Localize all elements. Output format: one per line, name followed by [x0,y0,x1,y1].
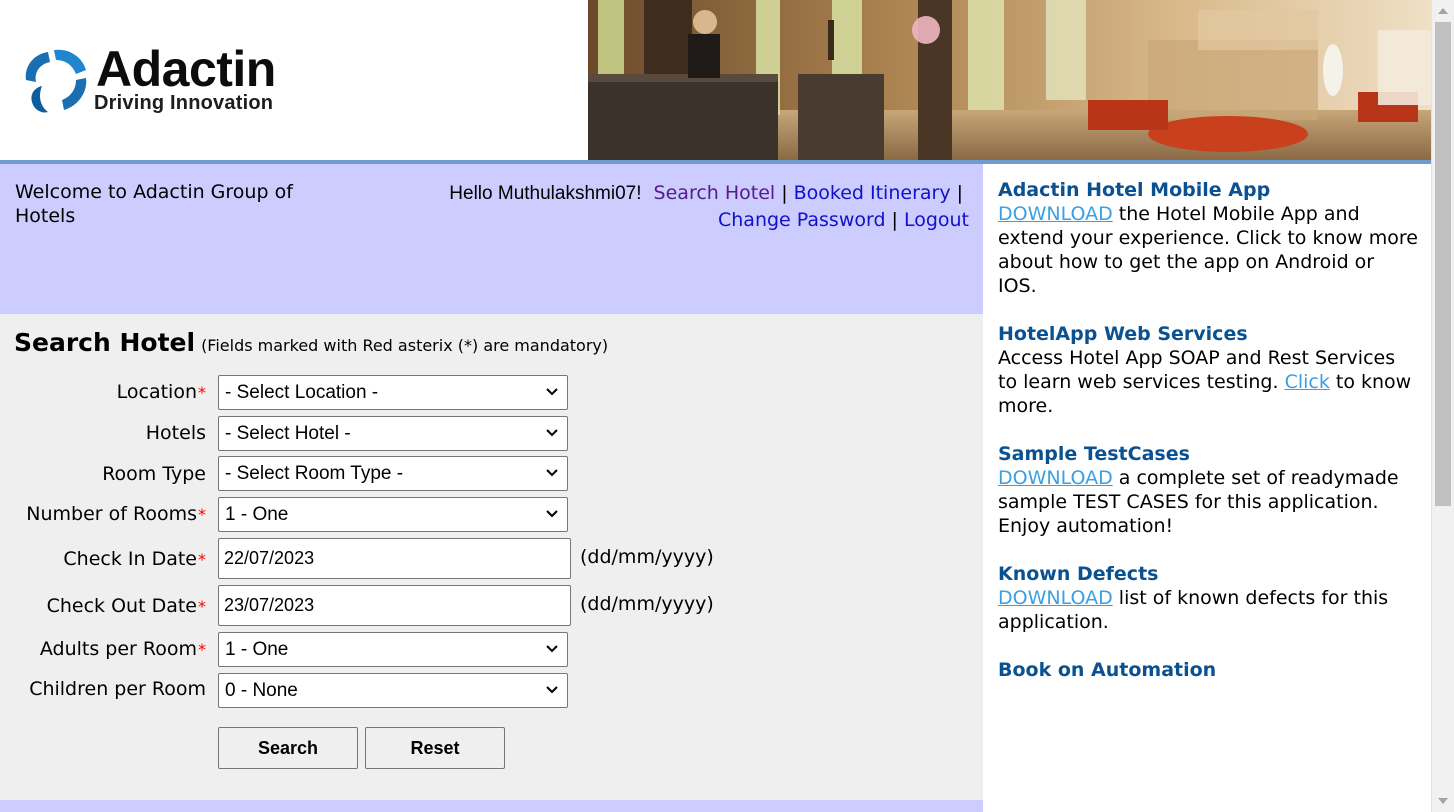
known-defects-download-link[interactable]: DOWNLOAD [998,587,1113,609]
check-in-date-input[interactable]: 22/07/2023 [218,538,571,579]
check-out-label: Check Out Date* [46,595,206,617]
chevron-down-icon [546,469,558,477]
check-out-format-hint: (dd/mm/yyyy) [580,593,714,615]
vertical-scrollbar[interactable] [1431,0,1454,812]
scroll-up-arrow-icon[interactable] [1438,8,1448,14]
room-type-label: Room Type [102,463,206,485]
required-asterisk: * [198,597,206,616]
form-subtitle: (Fields marked with Red asterix (*) are … [201,336,609,355]
known-defects-section: Known Defects DOWNLOAD list of known def… [998,562,1418,634]
adults-label: Adults per Room* [39,638,206,660]
nav-separator: | [956,182,963,204]
reset-button[interactable]: Reset [365,727,505,769]
location-label: Location* [116,381,206,403]
search-button[interactable]: Search [218,727,358,769]
lobby-image [588,0,1431,160]
chevron-down-icon [546,388,558,396]
check-in-format-hint: (dd/mm/yyyy) [580,546,714,568]
brand-tagline: Driving Innovation [94,92,274,114]
number-of-rooms-select[interactable]: 1 - One [218,497,568,532]
book-on-automation-title[interactable]: Book on Automation [998,658,1418,682]
chevron-down-icon [546,686,558,694]
search-hotel-form: Search Hotel (Fields marked with Red aste… [0,314,983,800]
hotel-lobby-banner [588,0,1431,160]
hotels-select[interactable]: - Select Hotel - [218,416,568,451]
required-asterisk: * [198,640,206,659]
hotels-label: Hotels [145,422,206,444]
number-of-rooms-label: Number of Rooms* [26,503,206,525]
brand-name: Adactin [96,41,276,97]
web-services-section: HotelApp Web Services Access Hotel App S… [998,322,1418,418]
adactin-logo-icon [25,49,87,113]
check-in-label: Check In Date* [63,548,206,570]
scroll-down-arrow-icon[interactable] [1438,798,1448,804]
top-nav: Hello Muthulakshmi07! Search Hotel | Booke… [409,180,969,233]
required-asterisk: * [198,505,206,524]
footer-strip [0,800,983,812]
nav-booked-itinerary-link[interactable]: Booked Itinerary [794,182,951,204]
adactin-logo: Adactin Driving Innovation [20,44,320,120]
chevron-down-icon [546,510,558,518]
children-per-room-select[interactable]: 0 - None [218,673,568,708]
welcome-message: Welcome to Adactin Group of Hotels [15,181,293,227]
nav-logout-link[interactable]: Logout [904,209,969,231]
adults-per-room-select[interactable]: 1 - One [218,632,568,667]
scrollbar-thumb[interactable] [1435,22,1451,506]
required-asterisk: * [198,550,206,569]
test-cases-download-link[interactable]: DOWNLOAD [998,467,1113,489]
header: Adactin Driving Innovation [0,0,1431,160]
mobile-app-download-link[interactable]: DOWNLOAD [998,203,1113,225]
location-select[interactable]: - Select Location - [218,375,568,410]
nav-separator: | [781,182,788,204]
welcome-strip: Welcome to Adactin Group of Hotels Hello… [0,164,983,314]
check-out-date-input[interactable]: 23/07/2023 [218,585,571,626]
info-sidebar: Adactin Hotel Mobile App DOWNLOAD the Ho… [983,164,1431,812]
form-heading: Search Hotel (Fields marked with Red aste… [14,328,608,357]
required-asterisk: * [198,383,206,402]
web-services-click-link[interactable]: Click [1285,371,1330,393]
book-section: Book on Automation [998,658,1418,682]
user-greeting: Hello Muthulakshmi07! [449,183,642,204]
chevron-down-icon [546,429,558,437]
nav-separator: | [891,209,898,231]
test-cases-title: Sample TestCases [998,443,1190,465]
nav-change-password-link[interactable]: Change Password [718,209,886,231]
room-type-select[interactable]: - Select Room Type - [218,456,568,491]
chevron-down-icon [546,645,558,653]
children-label: Children per Room [29,678,206,700]
mobile-app-title: Adactin Hotel Mobile App [998,179,1271,201]
known-defects-title: Known Defects [998,563,1159,585]
web-services-title: HotelApp Web Services [998,323,1248,345]
form-title: Search Hotel [14,328,196,357]
nav-search-hotel-link[interactable]: Search Hotel [654,182,776,204]
test-cases-section: Sample TestCases DOWNLOAD a complete set… [998,442,1418,538]
mobile-app-section: Adactin Hotel Mobile App DOWNLOAD the Ho… [998,178,1418,298]
